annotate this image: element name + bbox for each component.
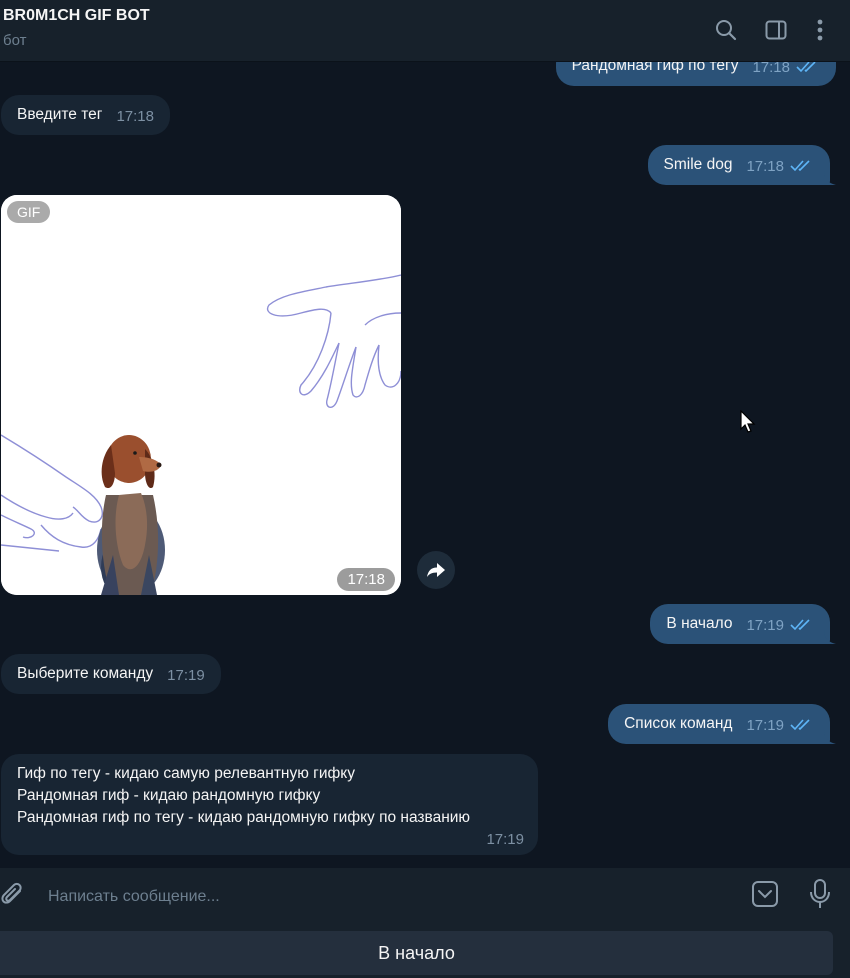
message-time: 17:18: [116, 108, 154, 125]
message-line: Гиф по тегу - кидаю самую релевантную ги…: [17, 765, 355, 782]
message-text: Рандомная гиф по тегу: [571, 62, 739, 74]
gif-message[interactable]: GIF 17:18: [1, 195, 401, 595]
paperclip-icon[interactable]: [0, 882, 26, 910]
message-outgoing[interactable]: Smile dog 17:18: [647, 145, 836, 185]
microphone-icon[interactable]: [808, 878, 832, 910]
chat-header: BR0M1CH GIF BOT бот: [0, 0, 850, 62]
message-time: 17:19: [746, 617, 784, 634]
message-text: Введите тег: [17, 106, 103, 123]
bot-keyboard: В начало: [0, 924, 850, 978]
gif-image: [1, 195, 401, 595]
sidebar-toggle-icon[interactable]: [762, 16, 790, 44]
search-icon[interactable]: [712, 16, 740, 44]
double-check-icon: [790, 716, 814, 738]
message-time: 17:19: [746, 717, 784, 734]
message-text: Список команд: [624, 715, 733, 732]
bubble-tail: [824, 171, 836, 185]
message-outgoing[interactable]: Рандомная гиф по тегу 17:18: [555, 62, 836, 86]
gif-badge: GIF: [7, 201, 51, 223]
message-list[interactable]: Рандомная гиф по тегу 17:18 Введите тег 17…: [0, 62, 850, 868]
message-text: Smile dog: [663, 156, 733, 173]
message-line: Рандомная гиф по тегу - кидаю рандомную …: [17, 809, 471, 826]
message-text: В начало: [666, 615, 733, 632]
message-text: Выберите команду: [17, 665, 154, 682]
double-check-icon: [790, 157, 814, 179]
message-time: 17:18: [752, 62, 790, 76]
bubble-tail: [824, 730, 836, 744]
message-input[interactable]: [46, 882, 730, 912]
message-outgoing[interactable]: В начало 17:19: [650, 604, 836, 644]
mouse-cursor-icon: [740, 410, 756, 433]
message-incoming[interactable]: Введите тег 17:18: [1, 95, 170, 135]
keyboard-button-start[interactable]: В начало: [0, 931, 833, 975]
double-check-icon: [790, 616, 814, 638]
message-time: 17:19: [167, 667, 205, 684]
more-vertical-icon[interactable]: [806, 16, 834, 44]
double-check-icon: [796, 62, 820, 80]
forward-icon[interactable]: [417, 551, 455, 589]
message-composer: [0, 868, 850, 924]
emoji-keyboard-icon[interactable]: [751, 880, 779, 908]
message-time: 17:18: [337, 568, 395, 591]
message-time: 17:18: [746, 158, 784, 175]
chat-title[interactable]: BR0M1CH GIF BOT: [3, 7, 150, 25]
message-outgoing[interactable]: Список команд 17:19: [608, 704, 836, 744]
message-incoming[interactable]: Гиф по тегу - кидаю самую релевантную ги…: [1, 754, 538, 855]
message-incoming[interactable]: Выберите команду 17:19: [1, 654, 221, 694]
message-line: Рандомная гиф - кидаю рандомную гифку: [17, 787, 321, 804]
chat-status: бот: [3, 32, 27, 49]
bubble-tail: [824, 630, 836, 644]
message-time: 17:19: [486, 831, 524, 848]
